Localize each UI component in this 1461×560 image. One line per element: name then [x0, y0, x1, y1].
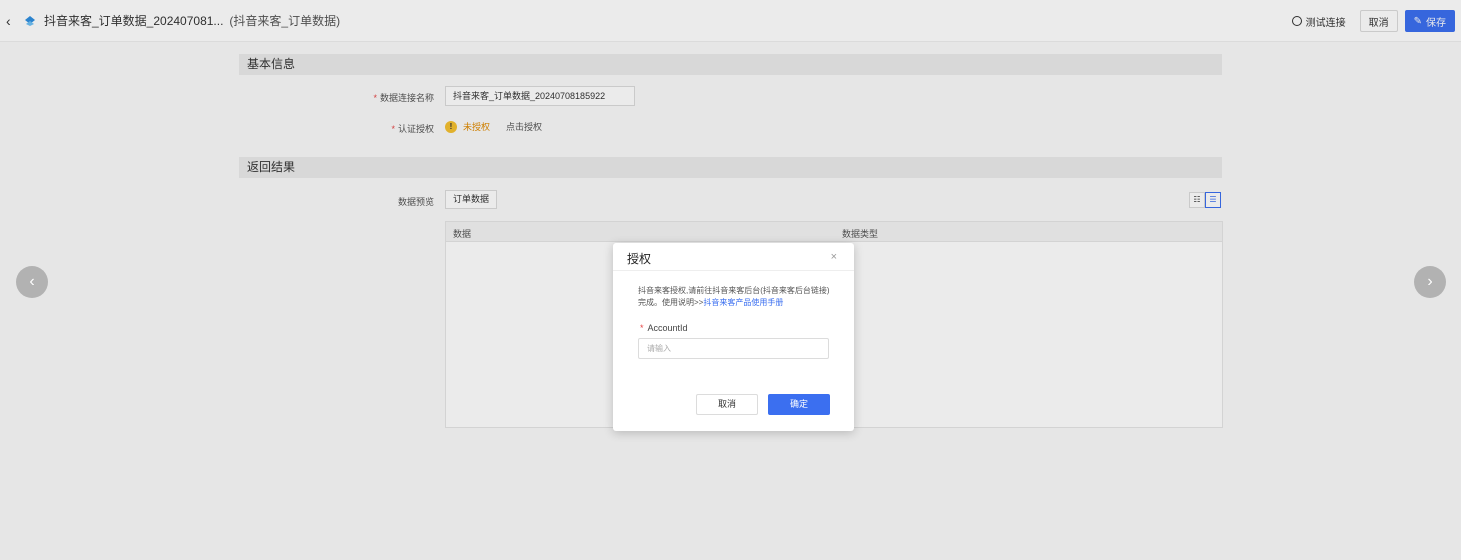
manual-link[interactable]: 抖音来客产品使用手册 — [703, 298, 783, 307]
dialog-description: 抖音来客授权,请前往抖音来客后台(抖音来客后台链接)完成。使用说明>>抖音来客产… — [638, 286, 830, 307]
close-icon[interactable]: × — [831, 251, 837, 263]
account-id-label: * AccountId — [640, 323, 688, 333]
prev-arrow-icon[interactable]: ‹ — [16, 266, 48, 298]
next-arrow-icon[interactable]: › — [1414, 266, 1446, 298]
dialog-header: 授权 × — [613, 243, 854, 271]
dialog-title: 授权 — [627, 252, 652, 266]
auth-dialog: 授权 × 抖音来客授权,请前往抖音来客后台(抖音来客后台链接)完成。使用说明>>… — [613, 243, 854, 431]
dialog-confirm-button[interactable]: 确定 — [768, 394, 830, 415]
required-mark: * — [640, 323, 644, 333]
dialog-cancel-button[interactable]: 取消 — [696, 394, 758, 415]
account-id-input[interactable] — [638, 338, 829, 359]
